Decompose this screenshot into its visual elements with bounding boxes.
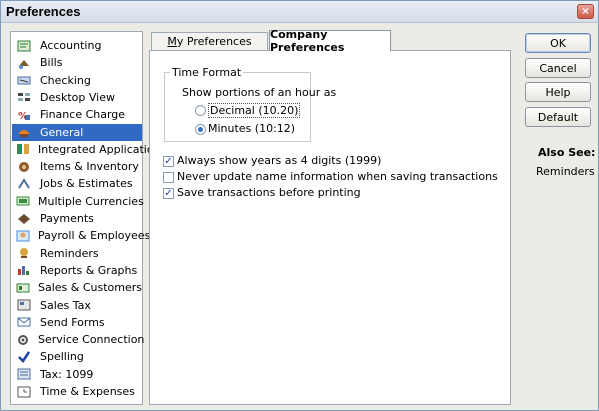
jobs-estimates-icon xyxy=(16,177,32,191)
sidebar-item-reminders[interactable]: Reminders xyxy=(12,245,142,262)
time-expenses-icon xyxy=(16,385,32,399)
payments-icon xyxy=(16,212,32,226)
sidebar-item-service-connection[interactable]: Service Connection xyxy=(12,331,145,348)
general-icon xyxy=(16,125,32,139)
sidebar-item-payments[interactable]: Payments xyxy=(12,210,142,227)
sidebar-item-label: Accounting xyxy=(40,39,102,52)
sidebar-item-checking[interactable]: Checking xyxy=(12,72,142,89)
sidebar-item-reports-graphs[interactable]: Reports & Graphs xyxy=(12,262,142,279)
time-format-description: Show portions of an hour as xyxy=(182,86,337,99)
sidebar-item-send-forms[interactable]: Send Forms xyxy=(12,314,142,331)
reports-graphs-icon xyxy=(16,263,32,277)
multiple-currencies-icon xyxy=(16,194,30,208)
reminders-icon xyxy=(16,246,32,260)
sales-tax-icon xyxy=(16,298,32,312)
sidebar-item-label: Jobs & Estimates xyxy=(40,177,133,191)
tab-company-preferences-label: Company Preferences xyxy=(270,28,345,54)
minutes-radio[interactable] xyxy=(195,124,206,135)
sidebar-item-payroll-employees[interactable]: Payroll & Employees xyxy=(12,227,150,244)
sidebar-item-label: Send Forms xyxy=(40,315,105,329)
tab-my-preferences-rest: y Preferences xyxy=(176,35,252,48)
close-button[interactable]: × xyxy=(577,4,594,19)
sidebar-item-label: Reminders xyxy=(40,246,99,260)
finance-charge-icon: % xyxy=(16,108,32,122)
decimal-radio-label[interactable]: Decimal (10.20) xyxy=(208,103,301,118)
sidebar-item-general[interactable]: General xyxy=(12,123,142,141)
sidebar-item-accounting[interactable]: Accounting xyxy=(12,37,142,54)
sidebar-item-label: Finance Charge xyxy=(40,108,126,122)
cancel-button[interactable]: Cancel xyxy=(525,58,591,78)
sidebar-item-spelling[interactable]: Spelling xyxy=(12,348,142,365)
preference-category-list[interactable]: Accounting Bills Checking Desktop View% Fina… xyxy=(10,31,166,405)
sidebar-item-sales-customers[interactable]: Sales & Customers xyxy=(12,279,142,296)
time-format-group-title: Time Format xyxy=(170,66,244,79)
sidebar-item-label: Service Connection xyxy=(38,333,145,347)
desktop-view-icon xyxy=(16,90,32,104)
window-title: Preferences xyxy=(6,4,81,19)
sidebar-item-label: Checking xyxy=(40,73,91,87)
checking-icon xyxy=(16,73,32,87)
sidebar-item-label: Multiple Currencies xyxy=(38,194,144,208)
bills-icon xyxy=(16,56,32,70)
save-before-printing-label[interactable]: Save transactions before printing xyxy=(177,186,361,199)
title-bar[interactable]: Preferences × xyxy=(1,1,598,23)
sidebar-item-label: Sales & Customers xyxy=(38,281,143,295)
help-button[interactable]: Help xyxy=(525,82,591,102)
sidebar-item-bills[interactable]: Bills xyxy=(12,54,142,71)
spelling-icon xyxy=(16,350,32,364)
tab-company-preferences[interactable]: Company Preferences xyxy=(269,28,391,54)
sidebar-item-tax-1099[interactable]: Tax: 1099 xyxy=(12,366,142,383)
sidebar-item-label: Desktop View xyxy=(40,90,115,104)
preferences-window: Preferences × Accounting Bills Checking Des… xyxy=(0,0,599,411)
sidebar-item-label: Bills xyxy=(40,56,63,70)
sidebar-item-label: Payroll & Employees xyxy=(38,229,151,243)
save-before-printing-checkbox[interactable]: ✓ xyxy=(163,188,174,199)
sidebar-item-label: Items & Inventory xyxy=(40,160,139,174)
sidebar-item-label: Sales Tax xyxy=(40,298,91,312)
also-see-reminders-link[interactable]: Reminders xyxy=(536,165,595,178)
never-update-names-label[interactable]: Never update name information when savin… xyxy=(177,170,498,183)
tab-my-preferences-mnemonic: M xyxy=(167,35,177,48)
send-forms-icon xyxy=(16,315,32,329)
ok-button[interactable]: OK xyxy=(525,33,591,53)
sales-customers-icon xyxy=(16,281,30,295)
sidebar-item-desktop-view[interactable]: Desktop View xyxy=(12,89,142,106)
accounting-icon xyxy=(16,39,32,53)
sidebar-item-label: General xyxy=(40,125,84,139)
sidebar-item-label: Spelling xyxy=(40,350,84,364)
sidebar-item-label: Integrated Applications xyxy=(38,142,167,156)
four-digit-years-label[interactable]: Always show years as 4 digits (1999) xyxy=(177,154,381,167)
sidebar-item-label: Time & Expenses xyxy=(40,385,135,398)
sidebar-item-label: Payments xyxy=(40,212,94,225)
payroll-employees-icon xyxy=(16,229,30,243)
sidebar-item-sales-tax[interactable]: Sales Tax xyxy=(12,297,142,314)
items-inventory-icon xyxy=(16,160,32,174)
default-button[interactable]: Default xyxy=(525,107,591,127)
tax-1099-icon xyxy=(16,367,32,381)
sidebar-item-integrated-apps[interactable]: Integrated Applications xyxy=(12,141,166,158)
service-connection-icon xyxy=(16,333,30,347)
decimal-radio[interactable] xyxy=(195,105,206,116)
sidebar-item-items-inventory[interactable]: Items & Inventory xyxy=(12,158,142,175)
sidebar-item-jobs-estimates[interactable]: Jobs & Estimates xyxy=(12,175,142,192)
minutes-radio-label[interactable]: Minutes (10:12) xyxy=(208,122,295,135)
integrated-apps-icon xyxy=(16,142,30,156)
sidebar-item-finance-charge[interactable]: % Finance Charge xyxy=(12,106,142,123)
four-digit-years-checkbox[interactable]: ✓ xyxy=(163,156,174,167)
also-see-title: Also See: xyxy=(538,146,596,159)
sidebar-item-label: Reports & Graphs xyxy=(40,263,138,277)
sidebar-item-multiple-currencies[interactable]: Multiple Currencies xyxy=(12,193,144,210)
tab-my-preferences[interactable]: My Preferences xyxy=(151,32,268,50)
never-update-names-checkbox[interactable] xyxy=(163,172,174,183)
sidebar-item-label: Tax: 1099 xyxy=(40,367,94,381)
tab-my-preferences-label: My Preferences xyxy=(167,35,251,48)
sidebar-item-time-expenses[interactable]: Time & Expenses xyxy=(12,383,142,400)
